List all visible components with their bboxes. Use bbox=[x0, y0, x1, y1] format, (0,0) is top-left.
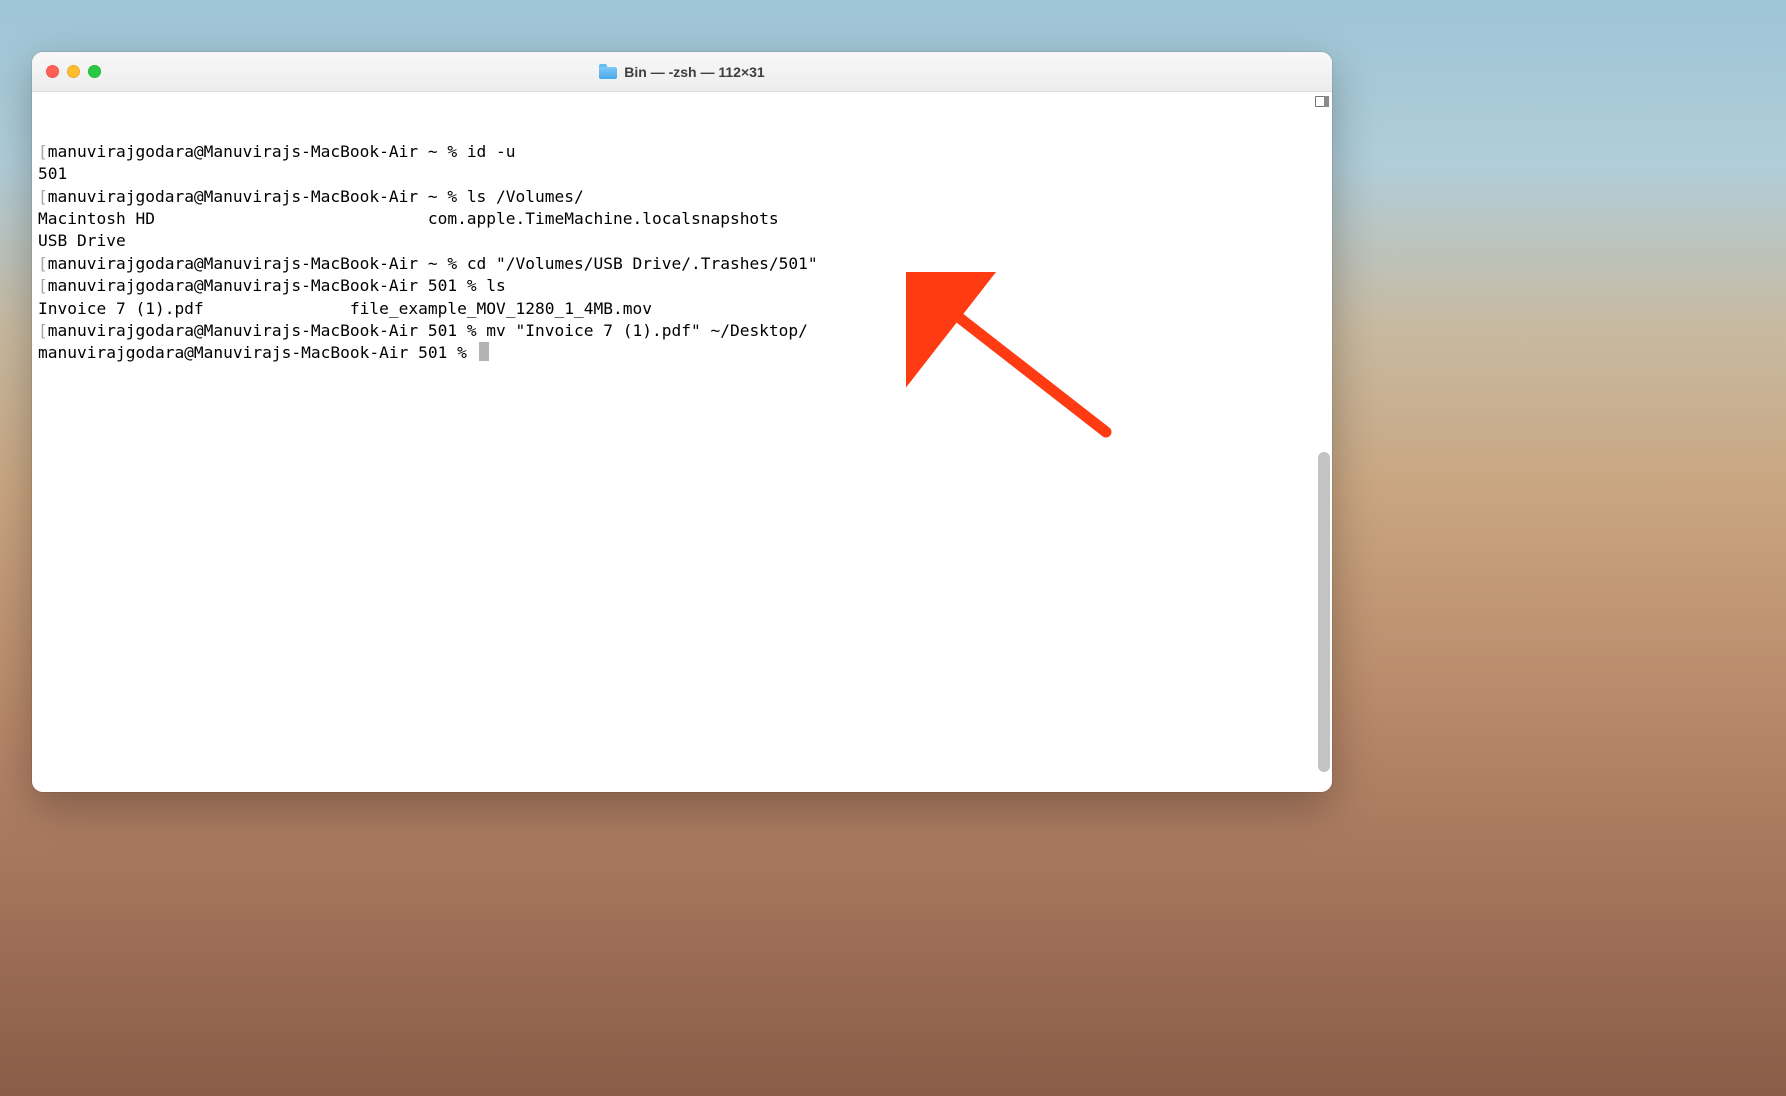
terminal-window: Bin — -zsh — 112×31 [manuvirajgodara@Man… bbox=[32, 52, 1332, 792]
terminal-line: [manuvirajgodara@Manuvirajs-MacBook-Air … bbox=[38, 320, 1326, 342]
terminal-cursor bbox=[479, 342, 489, 361]
scrollbar[interactable] bbox=[1316, 92, 1332, 792]
terminal-line: 501 bbox=[38, 163, 1326, 185]
minimize-window-button[interactable] bbox=[67, 65, 80, 78]
pane-toggle-icon[interactable] bbox=[1315, 96, 1329, 107]
terminal-line: [manuvirajgodara@Manuvirajs-MacBook-Air … bbox=[38, 141, 1326, 163]
folder-icon bbox=[599, 64, 617, 79]
terminal-line: Invoice 7 (1).pdf file_example_MOV_1280_… bbox=[38, 298, 1326, 320]
terminal-line: manuvirajgodara@Manuvirajs-MacBook-Air 5… bbox=[38, 342, 1326, 364]
zoom-window-button[interactable] bbox=[88, 65, 101, 78]
terminal-line: [manuvirajgodara@Manuvirajs-MacBook-Air … bbox=[38, 186, 1326, 208]
scrollbar-thumb[interactable] bbox=[1318, 452, 1330, 772]
traffic-lights bbox=[32, 65, 101, 78]
terminal-line: [manuvirajgodara@Manuvirajs-MacBook-Air … bbox=[38, 275, 1326, 297]
terminal-line: Macintosh HD com.apple.TimeMachine.local… bbox=[38, 208, 1326, 230]
titlebar: Bin — -zsh — 112×31 bbox=[32, 52, 1332, 92]
terminal-output[interactable]: [manuvirajgodara@Manuvirajs-MacBook-Air … bbox=[32, 92, 1332, 792]
window-title-wrap: Bin — -zsh — 112×31 bbox=[32, 52, 1332, 91]
close-window-button[interactable] bbox=[46, 65, 59, 78]
window-title: Bin — -zsh — 112×31 bbox=[624, 64, 764, 80]
terminal-line: [manuvirajgodara@Manuvirajs-MacBook-Air … bbox=[38, 253, 1326, 275]
terminal-line: USB Drive bbox=[38, 230, 1326, 252]
